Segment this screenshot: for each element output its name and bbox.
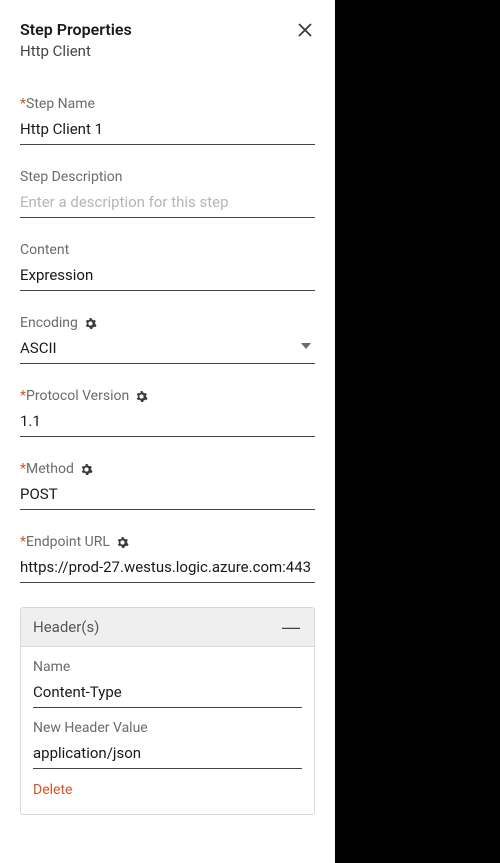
method-input[interactable] xyxy=(20,481,315,510)
headers-section: Header(s) — Name New Header Value Delete xyxy=(20,607,315,815)
protocol-input[interactable] xyxy=(20,408,315,437)
field-content: Content xyxy=(20,242,315,291)
panel-header: Step Properties xyxy=(20,20,315,40)
field-step-description: Step Description xyxy=(20,169,315,218)
field-step-name: * Step Name xyxy=(20,96,315,145)
step-properties-panel: Step Properties Http Client * Step Name … xyxy=(0,0,335,863)
encoding-select-wrap xyxy=(20,335,315,364)
header-value-label: New Header Value xyxy=(33,720,148,736)
gear-icon[interactable] xyxy=(80,463,93,476)
panel-subtitle: Http Client xyxy=(20,42,315,60)
content-label: Content xyxy=(20,242,69,258)
gear-icon[interactable] xyxy=(135,390,148,403)
method-label: Method xyxy=(26,461,74,477)
field-header-name: Name xyxy=(33,659,302,708)
encoding-label: Encoding xyxy=(20,315,78,331)
step-name-input[interactable] xyxy=(20,116,315,145)
step-desc-input[interactable] xyxy=(20,189,315,218)
delete-header-button[interactable]: Delete xyxy=(33,780,72,800)
header-name-label: Name xyxy=(33,659,70,675)
header-value-label-row: New Header Value xyxy=(33,720,302,736)
field-method: * Method xyxy=(20,461,315,510)
field-encoding: Encoding xyxy=(20,315,315,364)
headers-body: Name New Header Value Delete xyxy=(21,647,314,814)
minus-icon: — xyxy=(282,617,300,637)
collapse-button[interactable]: — xyxy=(280,618,302,636)
close-icon xyxy=(297,22,313,38)
protocol-label-row: * Protocol Version xyxy=(20,388,315,404)
field-header-value: New Header Value xyxy=(33,720,302,769)
headers-title: Header(s) xyxy=(33,618,99,636)
endpoint-input[interactable] xyxy=(20,554,315,583)
endpoint-label: Endpoint URL xyxy=(26,534,110,550)
protocol-label: Protocol Version xyxy=(26,388,129,404)
content-input[interactable] xyxy=(20,262,315,291)
step-name-label-row: * Step Name xyxy=(20,96,315,112)
background-region xyxy=(335,0,500,863)
gear-icon[interactable] xyxy=(116,536,129,549)
panel-title: Step Properties xyxy=(20,20,132,39)
close-button[interactable] xyxy=(295,20,315,40)
encoding-label-row: Encoding xyxy=(20,315,315,331)
header-value-input[interactable] xyxy=(33,740,302,769)
gear-icon[interactable] xyxy=(84,317,97,330)
field-protocol-version: * Protocol Version xyxy=(20,388,315,437)
step-desc-label: Step Description xyxy=(20,169,123,185)
header-name-label-row: Name xyxy=(33,659,302,675)
content-label-row: Content xyxy=(20,242,315,258)
endpoint-label-row: * Endpoint URL xyxy=(20,534,315,550)
method-label-row: * Method xyxy=(20,461,315,477)
field-endpoint-url: * Endpoint URL xyxy=(20,534,315,583)
header-name-input[interactable] xyxy=(33,679,302,708)
step-desc-label-row: Step Description xyxy=(20,169,315,185)
step-name-label: Step Name xyxy=(26,96,95,112)
encoding-select[interactable] xyxy=(20,335,315,364)
headers-header[interactable]: Header(s) — xyxy=(21,608,314,647)
